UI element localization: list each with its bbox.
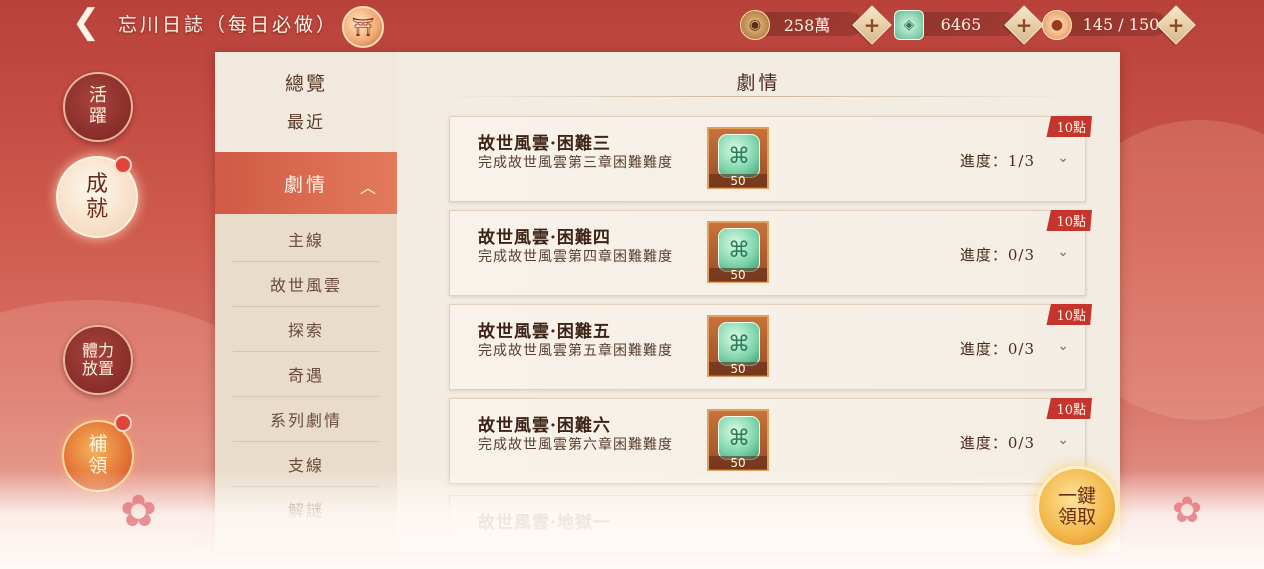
sidebar-item-label: 探索	[287, 320, 324, 340]
progress-text: 進度：0/3	[959, 434, 1035, 452]
expand-chevron-icon[interactable]: ⌄	[1057, 150, 1069, 166]
sidebar-item-main[interactable]: 主線	[233, 216, 379, 262]
main-panel: 總覽 最近 劇情 ︿ 主線 故世風雲 探索 奇遇 系列劇情 支線 解謎 劇情 故…	[215, 52, 1120, 552]
reward-count: 50	[709, 362, 767, 376]
reward-item[interactable]: ⌘ 50	[707, 221, 769, 283]
sidebar-item-recent[interactable]: 最近	[215, 112, 397, 152]
card-desc: 完成故世風雲第三章困難難度	[478, 155, 673, 171]
jade-value: 6465	[940, 14, 982, 34]
achievement-card[interactable]: 故世風雲·困難五 完成故世風雲第五章困難難度 ⌘ 50 進度：0/3 ⌄ 10點	[449, 304, 1092, 390]
jade-icon: ⌘	[718, 322, 760, 366]
back-arrow-icon[interactable]: ❮	[66, 2, 106, 42]
jade-icon: ⌘	[718, 416, 760, 460]
coin-value: 258萬	[783, 16, 831, 35]
expand-chevron-icon[interactable]: ⌄	[1057, 338, 1069, 354]
expand-chevron-icon[interactable]: ⌄	[1057, 244, 1069, 260]
reward-count: 50	[709, 268, 767, 282]
sidebar-item-puzzle[interactable]: 解謎	[233, 486, 379, 531]
reward-count: 50	[709, 456, 767, 470]
food-icon: ●	[1042, 10, 1072, 40]
sidebar-item-label: 奇遇	[287, 365, 324, 385]
sidebar-category-story[interactable]: 劇情 ︿	[215, 152, 397, 214]
page-title: 忘川日誌（每日必做）	[118, 14, 339, 36]
notification-dot	[114, 156, 132, 174]
reward-count: 50	[709, 174, 767, 188]
add-stamina-button[interactable]: +	[1156, 5, 1196, 45]
card-desc: 完成故世風雲第四章困難難度	[478, 249, 673, 265]
jade-icon: ◈	[894, 10, 924, 40]
activity-label: 活躍	[89, 85, 107, 127]
claim-all-label: 一鍵領取	[1057, 485, 1096, 528]
recent-label: 最近	[287, 113, 325, 133]
sidebar-item-label: 解謎	[287, 500, 324, 520]
achievement-card-partial[interactable]: 故世風雲·地獄一	[449, 495, 1086, 552]
reward-item[interactable]: ⌘ 50	[707, 409, 769, 471]
sidebar-item-side[interactable]: 支線	[233, 441, 379, 487]
card-desc: 完成故世風雲第六章困難難度	[478, 437, 673, 453]
achievement-label: 成就	[85, 171, 108, 222]
expand-chevron-icon[interactable]: ⌄	[1057, 432, 1069, 448]
achievement-card[interactable]: 故世風雲·困難六 完成故世風雲第六章困難難度 ⌘ 50 進度：0/3 ⌄ 10點	[449, 398, 1092, 484]
progress-text: 進度：1/3	[959, 152, 1035, 170]
card-name: 故世風雲·困難四	[478, 228, 611, 248]
jade-icon: ⌘	[718, 134, 760, 178]
activity-button[interactable]: 活躍	[63, 72, 133, 142]
stamina-idle-button[interactable]: 體力放置	[63, 325, 133, 395]
sidebar-item-gushi[interactable]: 故世風雲	[233, 261, 379, 307]
card-name: 故世風雲·困難三	[478, 134, 611, 154]
category-sidebar: 總覽 最近 劇情 ︿ 主線 故世風雲 探索 奇遇 系列劇情 支線 解謎	[215, 52, 397, 552]
points-badge: 10點	[1046, 210, 1092, 231]
coin-icon: ◉	[740, 10, 770, 40]
sidebar-item-encounter[interactable]: 奇遇	[233, 351, 379, 397]
stamina-value: 145 / 150	[1082, 14, 1160, 34]
sidebar-item-overview[interactable]: 總覽	[215, 52, 397, 113]
claim-all-button[interactable]: 一鍵領取	[1036, 466, 1118, 548]
achievement-card[interactable]: 故世風雲·困難四 完成故世風雲第四章困難難度 ⌘ 50 進度：0/3 ⌄ 10點	[449, 210, 1092, 296]
sidebar-item-label: 支線	[287, 455, 324, 475]
card-desc: 完成故世風雲第五章困難難度	[478, 343, 673, 359]
flower-icon: ✿	[1172, 490, 1203, 531]
top-bar: ❮ 忘川日誌（每日必做） ⛩ 258萬 ◉ + 6465 ◈ + 145 / 1…	[0, 0, 1264, 50]
card-name: 故世風雲·地獄一	[478, 513, 611, 533]
sidebar-item-label: 故世風雲	[269, 275, 342, 295]
notification-dot	[114, 414, 132, 432]
flower-icon: ✿	[120, 486, 157, 537]
title-divider	[437, 96, 1077, 97]
sidebar-item-explore[interactable]: 探索	[233, 306, 379, 352]
sidebar-item-label: 系列劇情	[269, 410, 342, 430]
progress-text: 進度：0/3	[959, 246, 1035, 264]
add-jade-button[interactable]: +	[1004, 5, 1044, 45]
category-label: 劇情	[283, 173, 328, 196]
points-badge: 10點	[1046, 116, 1092, 137]
shrine-icon[interactable]: ⛩	[342, 6, 384, 48]
supplement-label: 補領	[88, 433, 108, 477]
content-title: 劇情	[736, 72, 781, 94]
overview-label: 總覽	[284, 72, 327, 95]
progress-text: 進度：0/3	[959, 340, 1035, 358]
stamina-idle-label: 體力放置	[81, 340, 114, 378]
sidebar-item-series[interactable]: 系列劇情	[233, 396, 379, 442]
stamina-resource: 145 / 150	[1056, 12, 1166, 36]
card-name: 故世風雲·困難六	[478, 416, 611, 436]
chevron-up-icon: ︿	[359, 178, 379, 197]
add-coin-button[interactable]: +	[852, 5, 892, 45]
points-badge: 10點	[1046, 398, 1092, 419]
jade-icon: ⌘	[718, 228, 760, 272]
points-badge: 10點	[1046, 304, 1092, 325]
achievement-card[interactable]: 故世風雲·困難三 完成故世風雲第三章困難難度 ⌘ 50 進度：1/3 ⌄ 10點	[449, 116, 1092, 202]
content-area: 劇情 故世風雲·困難三 完成故世風雲第三章困難難度 ⌘ 50 進度：1/3 ⌄ …	[397, 52, 1120, 552]
reward-item[interactable]: ⌘ 50	[707, 127, 769, 189]
card-name: 故世風雲·困難五	[478, 322, 611, 342]
game-screen: ❮ 忘川日誌（每日必做） ⛩ 258萬 ◉ + 6465 ◈ + 145 / 1…	[0, 0, 1264, 569]
reward-item[interactable]: ⌘ 50	[707, 315, 769, 377]
sidebar-item-label: 主線	[287, 230, 324, 250]
